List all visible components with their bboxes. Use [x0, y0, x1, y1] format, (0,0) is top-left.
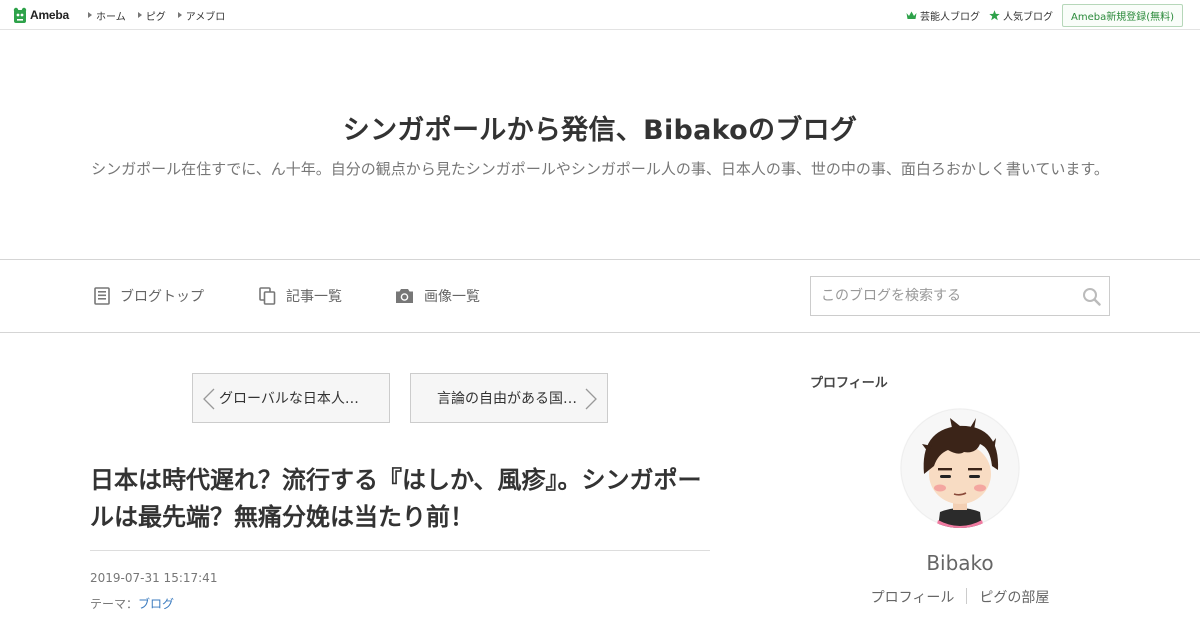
prev-entry-button[interactable]: グローバルな日本人…	[192, 373, 390, 423]
next-entry-button[interactable]: 言論の自由がある国…	[410, 373, 608, 423]
search-icon[interactable]	[1082, 287, 1101, 306]
global-nav-home[interactable]: ホーム	[88, 8, 126, 23]
profile-link[interactable]: プロフィール	[871, 587, 955, 607]
document-icon	[94, 287, 110, 305]
profile-avatar[interactable]	[900, 408, 1020, 528]
entry-date: 2019-07-31 15:17:41	[90, 571, 218, 585]
prev-entry-label: グローバルな日本人…	[219, 391, 359, 407]
blog-title[interactable]: シンガポールから発信、Bibakoのブログ	[0, 108, 1200, 147]
global-nav-home-label: ホーム	[96, 11, 126, 23]
triangle-right-icon	[88, 12, 92, 18]
profile-name[interactable]: Bibako	[810, 551, 1110, 575]
popular-blog-label: 人気ブログ	[1002, 11, 1053, 23]
title-divider	[90, 550, 710, 551]
global-nav-ameblo-label: アメブロ	[185, 11, 226, 23]
blog-description: シンガポール在住すでに、ん十年。自分の観点から見たシンガポールやシンガポール人の…	[91, 160, 1109, 178]
celebrity-blog-link[interactable]: 芸能人ブログ	[906, 8, 980, 23]
crown-icon	[906, 11, 917, 19]
next-entry-label: 言論の自由がある国…	[437, 391, 577, 407]
chevron-right-icon	[585, 388, 597, 410]
ameba-mascot-icon	[13, 7, 27, 23]
global-nav-pigg-label: ピグ	[145, 11, 166, 23]
global-nav: ホーム ピグ アメブロ	[88, 0, 237, 30]
blog-search-input[interactable]	[811, 277, 1071, 315]
nav-blog-top[interactable]: ブログトップ	[94, 260, 204, 332]
avatar-character-icon	[900, 408, 1020, 528]
star-icon	[989, 9, 1000, 20]
register-button[interactable]: Ameba新規登録(無料)	[1061, 3, 1183, 27]
entry-theme-link[interactable]: ブログ	[138, 597, 174, 611]
link-separator	[966, 588, 968, 604]
nav-entry-list[interactable]: 記事一覧	[259, 260, 342, 332]
celebrity-blog-label: 芸能人ブログ	[919, 11, 980, 23]
copy-icon	[259, 287, 276, 305]
nav-image-list[interactable]: 画像一覧	[395, 260, 480, 332]
global-header: Ameba ホーム ピグ アメブロ 芸能人ブログ 人気ブログ Ameba新規登録…	[0, 0, 1200, 30]
triangle-right-icon	[177, 12, 182, 18]
profile-heading: プロフィール	[810, 376, 888, 391]
nav-entry-list-label: 記事一覧	[286, 289, 342, 305]
entry-title[interactable]: 日本は時代遅れ？流行する『はしか、風疹』。シンガポールは最先端？無痛分娩は当たり…	[90, 462, 710, 536]
chevron-left-icon	[203, 388, 215, 410]
logo-text: Ameba	[30, 8, 70, 22]
entry-theme: テーマ：ブログ	[90, 595, 174, 612]
ameba-logo[interactable]: Ameba	[13, 6, 69, 24]
triangle-right-icon	[137, 12, 142, 18]
global-right-links: 芸能人ブログ 人気ブログ Ameba新規登録(無料)	[906, 0, 1183, 30]
camera-icon	[396, 289, 413, 303]
pigg-room-link[interactable]: ピグの部屋	[979, 587, 1049, 607]
popular-blog-link[interactable]: 人気ブログ	[989, 8, 1053, 23]
global-nav-ameblo[interactable]: アメブロ	[177, 8, 226, 23]
nav-image-list-label: 画像一覧	[424, 289, 480, 305]
entry-theme-prefix: テーマ：	[90, 597, 139, 611]
blog-search	[810, 276, 1110, 316]
nav-blog-top-label: ブログトップ	[120, 289, 204, 305]
global-nav-pigg[interactable]: ピグ	[137, 8, 166, 23]
blog-nav: ブログトップ 記事一覧 画像一覧	[0, 259, 1200, 333]
profile-links: プロフィール ピグの部屋	[810, 587, 1110, 607]
